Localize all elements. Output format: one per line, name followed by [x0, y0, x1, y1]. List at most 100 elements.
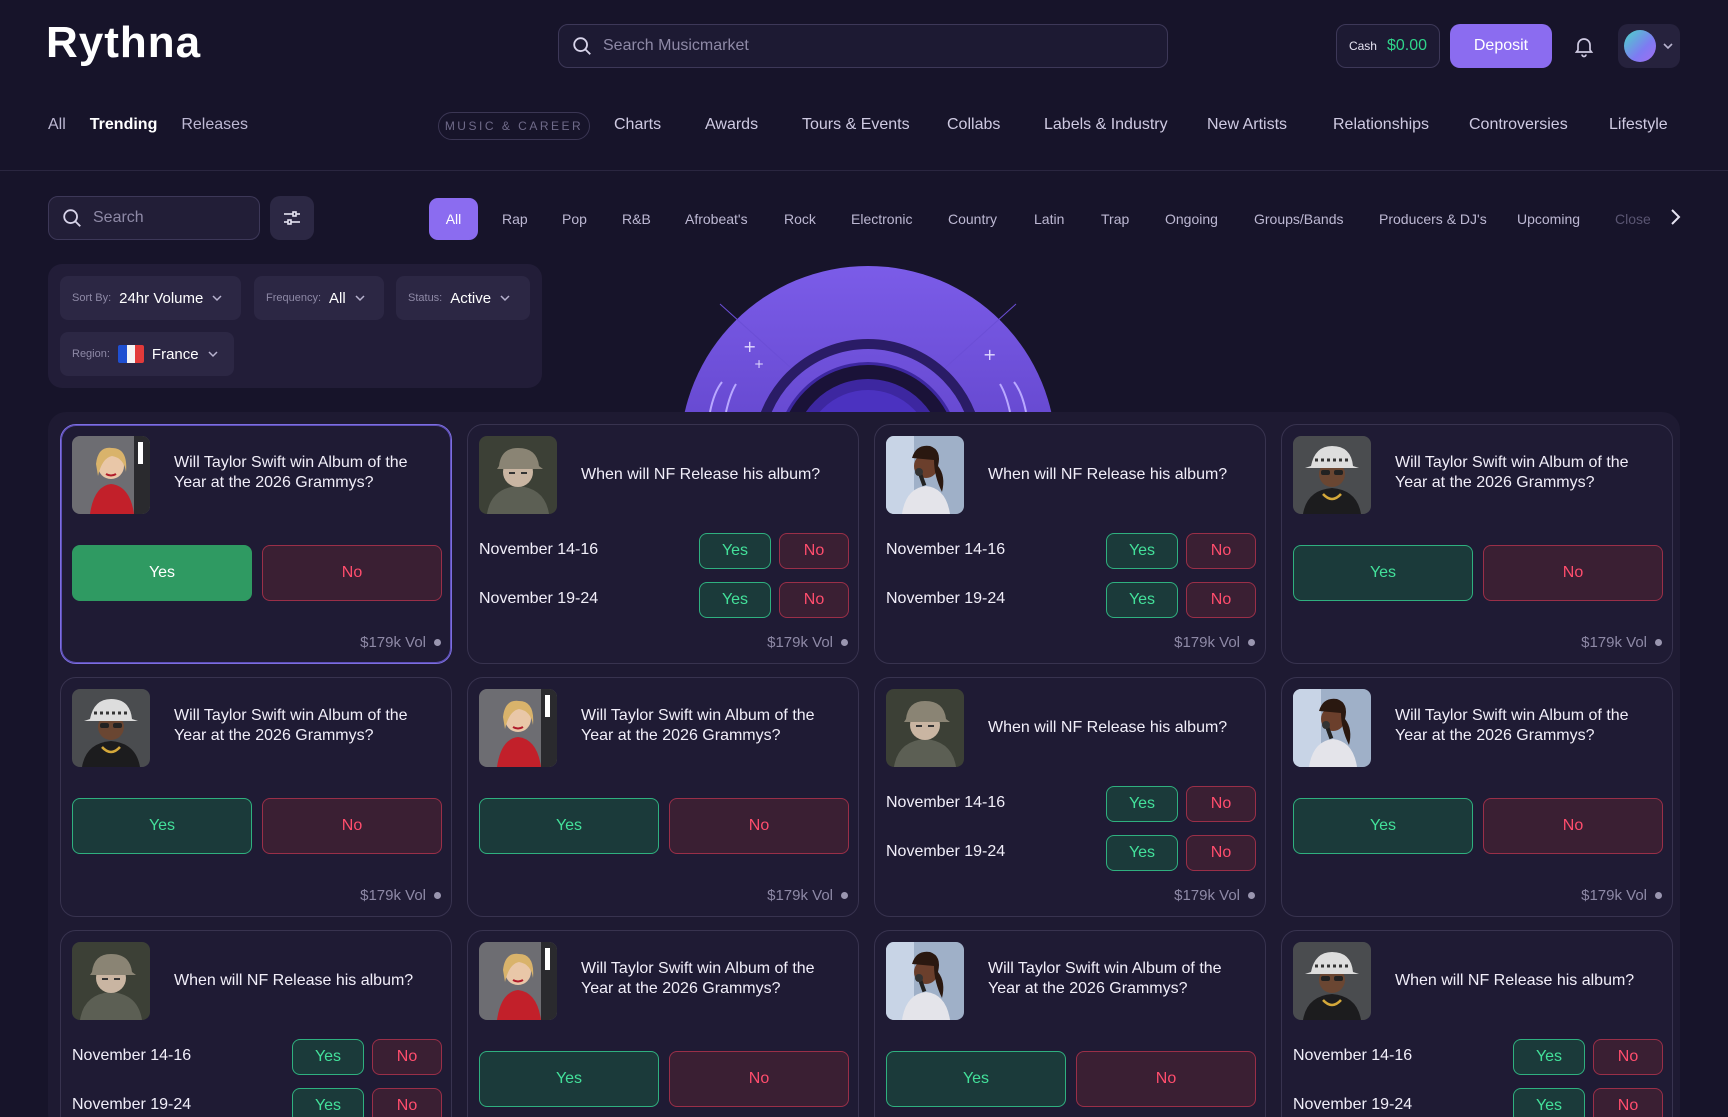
genre-chip-producers-djs[interactable]: Producers & DJ's	[1379, 211, 1487, 227]
option-yes-button[interactable]: Yes	[1106, 786, 1178, 822]
genre-chip-all[interactable]: All	[429, 198, 478, 240]
frequency-select[interactable]: Frequency: All	[254, 276, 384, 320]
bell-icon[interactable]	[1572, 34, 1596, 58]
option-yes-button[interactable]: Yes	[699, 533, 771, 569]
market-card[interactable]: Will Taylor Swift win Album of the Year …	[60, 424, 452, 664]
option-yes-button[interactable]: Yes	[1106, 582, 1178, 618]
no-button[interactable]: No	[669, 1051, 849, 1107]
genre-chip-rock[interactable]: Rock	[784, 211, 816, 227]
genre-chip-rap[interactable]: Rap	[502, 211, 528, 227]
option-no-button[interactable]: No	[1186, 835, 1256, 871]
option-no-button[interactable]: No	[1593, 1039, 1663, 1075]
yes-button[interactable]: Yes	[72, 545, 252, 601]
tab-trending[interactable]: Trending	[90, 116, 158, 134]
sort-by-select[interactable]: Sort By: 24hr Volume	[60, 276, 241, 320]
account-menu[interactable]	[1618, 24, 1680, 68]
no-button[interactable]: No	[262, 545, 442, 601]
market-question[interactable]: Will Taylor Swift win Album of the Year …	[988, 959, 1254, 999]
genre-chip-country[interactable]: Country	[948, 211, 997, 227]
option-yes-button[interactable]: Yes	[292, 1039, 364, 1075]
option-no-button[interactable]: No	[1186, 582, 1256, 618]
status-select[interactable]: Status: Active	[396, 276, 530, 320]
nav-controversies[interactable]: Controversies	[1469, 116, 1568, 134]
market-card[interactable]: When will NF Release his album? November …	[874, 424, 1266, 664]
market-card[interactable]: When will NF Release his album? November …	[1281, 930, 1673, 1117]
option-yes-button[interactable]: Yes	[1106, 533, 1178, 569]
genre-chip-groups-bands[interactable]: Groups/Bands	[1254, 211, 1344, 227]
genre-chip-latin[interactable]: Latin	[1034, 211, 1064, 227]
option-no-button[interactable]: No	[1186, 786, 1256, 822]
market-question[interactable]: When will NF Release his album?	[581, 465, 847, 485]
market-card[interactable]: When will NF Release his album? November …	[467, 424, 859, 664]
nav-tours-events[interactable]: Tours & Events	[802, 116, 910, 134]
market-question[interactable]: Will Taylor Swift win Album of the Year …	[1395, 453, 1661, 493]
market-question[interactable]: When will NF Release his album?	[988, 465, 1254, 485]
nav-awards[interactable]: Awards	[705, 116, 758, 134]
market-card[interactable]: Will Taylor Swift win Album of the Year …	[467, 677, 859, 917]
nav-lifestyle[interactable]: Lifestyle	[1609, 116, 1668, 134]
market-question[interactable]: When will NF Release his album?	[1395, 971, 1661, 991]
market-question[interactable]: Will Taylor Swift win Album of the Year …	[174, 706, 440, 746]
filter-settings-button[interactable]	[270, 196, 314, 240]
yes-button[interactable]: Yes	[72, 798, 252, 854]
chevron-down-icon	[355, 295, 365, 302]
volume-label: $179k Vol	[1174, 887, 1255, 904]
tab-releases[interactable]: Releases	[181, 116, 248, 134]
option-no-button[interactable]: No	[372, 1088, 442, 1117]
option-yes-button[interactable]: Yes	[1513, 1088, 1585, 1117]
tab-all[interactable]: All	[48, 116, 66, 134]
market-question[interactable]: When will NF Release his album?	[174, 971, 440, 991]
option-no-button[interactable]: No	[779, 582, 849, 618]
option-no-button[interactable]: No	[1593, 1088, 1663, 1117]
region-select[interactable]: Region: France	[60, 332, 234, 376]
nav-charts[interactable]: Charts	[614, 116, 661, 134]
genre-chip-upcoming[interactable]: Upcoming	[1517, 211, 1580, 227]
nav-relationships[interactable]: Relationships	[1333, 116, 1429, 134]
genre-chip-electronic[interactable]: Electronic	[851, 211, 912, 227]
option-no-button[interactable]: No	[1186, 533, 1256, 569]
genre-chip-pop[interactable]: Pop	[562, 211, 587, 227]
market-question[interactable]: Will Taylor Swift win Album of the Year …	[581, 959, 847, 999]
nav-new-artists[interactable]: New Artists	[1207, 116, 1287, 134]
market-card[interactable]: Will Taylor Swift win Album of the Year …	[1281, 424, 1673, 664]
no-button[interactable]: No	[1483, 798, 1663, 854]
market-question[interactable]: Will Taylor Swift win Album of the Year …	[174, 453, 440, 493]
market-card[interactable]: When will NF Release his album? November …	[60, 930, 452, 1117]
option-no-button[interactable]: No	[779, 533, 849, 569]
market-card[interactable]: Will Taylor Swift win Album of the Year …	[874, 930, 1266, 1117]
cash-balance[interactable]: Cash $0.00	[1336, 24, 1440, 68]
deposit-button[interactable]: Deposit	[1450, 24, 1552, 68]
yes-button[interactable]: Yes	[1293, 545, 1473, 601]
option-yes-button[interactable]: Yes	[292, 1088, 364, 1117]
market-card[interactable]: Will Taylor Swift win Album of the Year …	[60, 677, 452, 917]
no-button[interactable]: No	[262, 798, 442, 854]
market-question[interactable]: Will Taylor Swift win Album of the Year …	[1395, 706, 1661, 746]
market-question[interactable]: Will Taylor Swift win Album of the Year …	[581, 706, 847, 746]
market-card[interactable]: When will NF Release his album? November …	[874, 677, 1266, 917]
no-button[interactable]: No	[669, 798, 849, 854]
no-button[interactable]: No	[1076, 1051, 1256, 1107]
yes-button[interactable]: Yes	[479, 1051, 659, 1107]
option-yes-button[interactable]: Yes	[1513, 1039, 1585, 1075]
yes-button[interactable]: Yes	[479, 798, 659, 854]
market-question[interactable]: When will NF Release his album?	[988, 718, 1254, 738]
chevron-right-icon[interactable]	[1664, 206, 1686, 228]
option-no-button[interactable]: No	[372, 1039, 442, 1075]
nav-collabs[interactable]: Collabs	[947, 116, 1000, 134]
nav-labels-industry[interactable]: Labels & Industry	[1044, 116, 1168, 134]
genre-chip-close[interactable]: Close	[1615, 211, 1651, 227]
option-yes-button[interactable]: Yes	[1106, 835, 1178, 871]
no-button[interactable]: No	[1483, 545, 1663, 601]
genre-chip-ongoing[interactable]: Ongoing	[1165, 211, 1218, 227]
genre-chip-trap[interactable]: Trap	[1101, 211, 1129, 227]
yes-button[interactable]: Yes	[886, 1051, 1066, 1107]
market-card[interactable]: Will Taylor Swift win Album of the Year …	[467, 930, 859, 1117]
yes-button[interactable]: Yes	[1293, 798, 1473, 854]
app-logo[interactable]: Rythna	[46, 18, 201, 68]
genre-chip-afrobeats[interactable]: Afrobeat's	[685, 211, 748, 227]
market-search-input[interactable]: Search	[48, 196, 260, 240]
global-search-input[interactable]: Search Musicmarket	[558, 24, 1168, 68]
option-yes-button[interactable]: Yes	[699, 582, 771, 618]
genre-chip-rnb[interactable]: R&B	[622, 211, 651, 227]
market-card[interactable]: Will Taylor Swift win Album of the Year …	[1281, 677, 1673, 917]
